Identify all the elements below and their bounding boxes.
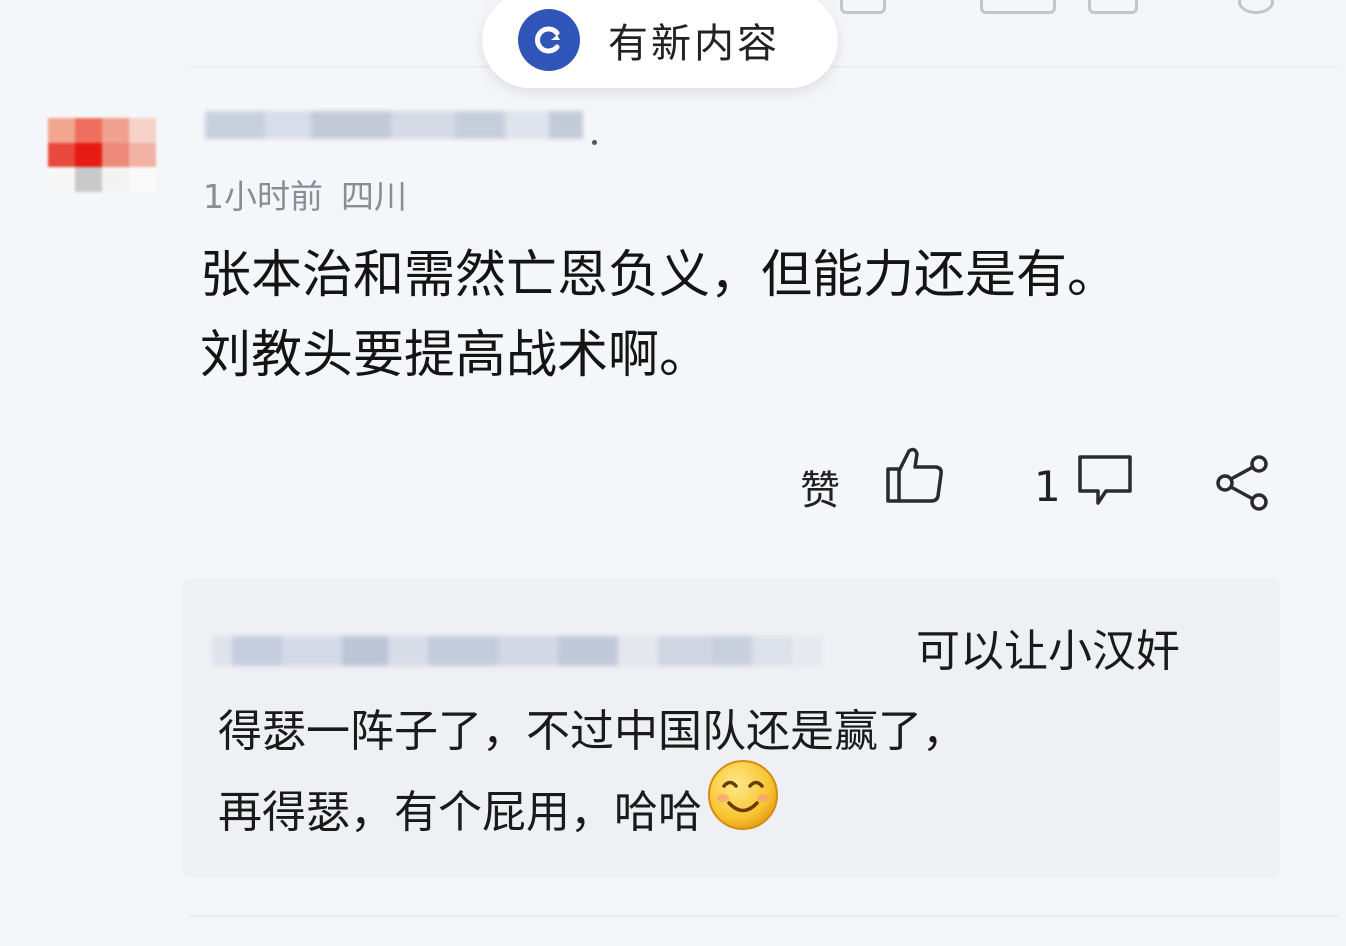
previous-share-icon xyxy=(1238,0,1274,14)
previous-item-toolbar xyxy=(820,0,1280,16)
previous-reply-icon xyxy=(1088,0,1138,14)
username-blurred[interactable] xyxy=(205,103,595,147)
comment-line-1: 张本治和需然亡恩负义，但能力还是有。 xyxy=(200,246,1119,305)
comment-line-2: 刘教头要提高战术啊。 xyxy=(200,326,711,385)
previous-like-icon xyxy=(840,0,886,14)
avatar[interactable] xyxy=(48,118,156,192)
new-content-pill[interactable]: 有新内容 xyxy=(482,0,838,88)
smile-emoji-icon xyxy=(706,758,780,858)
comment-time: 1小时前 xyxy=(203,177,323,216)
comment-text: 张本治和需然亡恩负义，但能力还是有。 刘教头要提高战术啊。 xyxy=(200,236,1280,396)
thumbs-up-icon[interactable] xyxy=(884,443,946,505)
bottom-divider xyxy=(190,915,1338,917)
username-dot xyxy=(592,140,597,145)
reply-count: 1 xyxy=(1034,462,1061,511)
reply-text: 可以让小汉奸 得瑟一阵子了，不过中国队还是赢了， 再得瑟，有个屁用，哈哈 xyxy=(218,612,1258,858)
reply-line-1: 可以让小汉奸 xyxy=(916,626,1180,677)
comment-location: 四川 xyxy=(341,177,407,216)
like-label[interactable]: 赞 xyxy=(800,458,840,516)
comment-bubble-icon[interactable] xyxy=(1076,453,1134,509)
share-icon[interactable] xyxy=(1214,454,1272,512)
comment-meta: 1小时前 四川 xyxy=(203,170,407,218)
refresh-icon xyxy=(518,9,580,71)
reply-line-3: 再得瑟，有个屁用，哈哈 xyxy=(218,787,702,838)
previous-comment-icon xyxy=(980,0,1056,14)
new-content-label: 有新内容 xyxy=(608,21,780,67)
